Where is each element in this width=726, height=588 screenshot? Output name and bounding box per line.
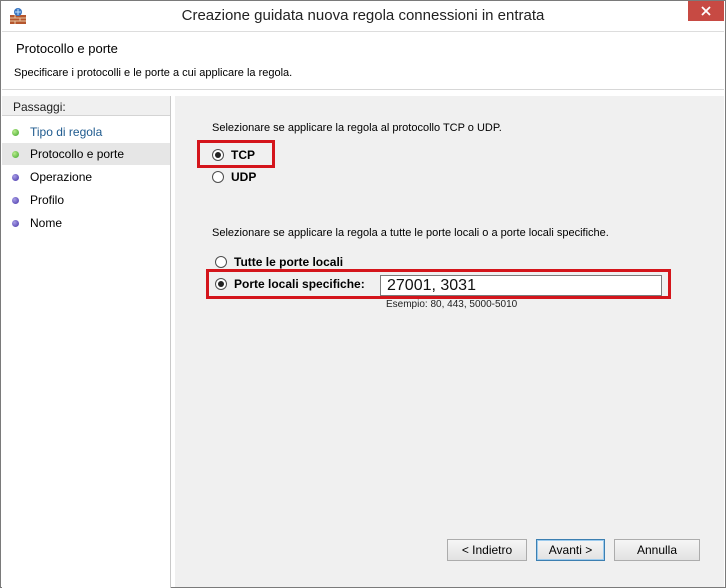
wizard-content: Selezionare se applicare la regola al pr… xyxy=(175,96,724,587)
step-label: Nome xyxy=(30,216,63,230)
window-title: Creazione guidata nuova regola connessio… xyxy=(181,7,545,24)
page-title: Protocollo e porte xyxy=(16,41,118,56)
step-operazione: Operazione xyxy=(2,166,170,188)
steps-heading: Passaggi: xyxy=(2,96,170,116)
cancel-button[interactable]: Annulla xyxy=(614,539,700,561)
ports-example-hint: Esempio: 80, 443, 5000-5010 xyxy=(386,299,518,310)
step-protocollo-e-porte: Protocollo e porte xyxy=(2,143,170,165)
step-label: Profilo xyxy=(30,193,65,207)
udp-radio-label[interactable]: UDP xyxy=(231,170,256,184)
step-label: Tipo di regola xyxy=(30,125,103,139)
close-icon xyxy=(701,6,711,16)
step-status-dot-icon xyxy=(12,129,19,136)
step-status-dot-icon xyxy=(12,197,19,204)
page-description: Specificare i protocolli e le porte a cu… xyxy=(14,67,293,79)
specific-ports-label[interactable]: Porte locali specifiche: xyxy=(234,277,365,291)
all-ports-radio[interactable] xyxy=(215,256,227,268)
all-ports-label[interactable]: Tutte le porte locali xyxy=(234,255,343,269)
protocol-prompt: Selezionare se applicare la regola al pr… xyxy=(212,122,502,134)
step-label: Protocollo e porte xyxy=(30,147,125,161)
step-label: Operazione xyxy=(30,170,93,184)
steps-sidebar: Passaggi: Tipo di regola Protocollo e po… xyxy=(2,96,171,588)
specific-ports-radio[interactable] xyxy=(215,278,227,290)
step-nome: Nome xyxy=(2,212,170,234)
step-status-dot-icon xyxy=(12,220,19,227)
back-button[interactable]: < Indietro xyxy=(447,539,527,561)
step-tipo-di-regola[interactable]: Tipo di regola xyxy=(2,121,170,143)
ports-prompt: Selezionare se applicare la regola a tut… xyxy=(212,227,609,239)
close-button[interactable] xyxy=(688,1,724,21)
udp-radio[interactable] xyxy=(212,171,224,183)
specific-ports-input[interactable]: 27001, 3031 xyxy=(380,275,662,296)
tcp-radio[interactable] xyxy=(212,149,224,161)
step-profilo: Profilo xyxy=(2,189,170,211)
step-status-dot-icon xyxy=(12,174,19,181)
next-button[interactable]: Avanti > xyxy=(536,539,605,561)
steps-heading-label: Passaggi: xyxy=(13,100,66,114)
tcp-radio-label[interactable]: TCP xyxy=(231,148,255,162)
wizard-window: Creazione guidata nuova regola connessio… xyxy=(0,0,726,588)
title-bar[interactable]: Creazione guidata nuova regola connessio… xyxy=(1,1,725,31)
wizard-header: Protocollo e porte Specificare i protoco… xyxy=(2,31,724,90)
step-status-dot-icon xyxy=(12,151,19,158)
